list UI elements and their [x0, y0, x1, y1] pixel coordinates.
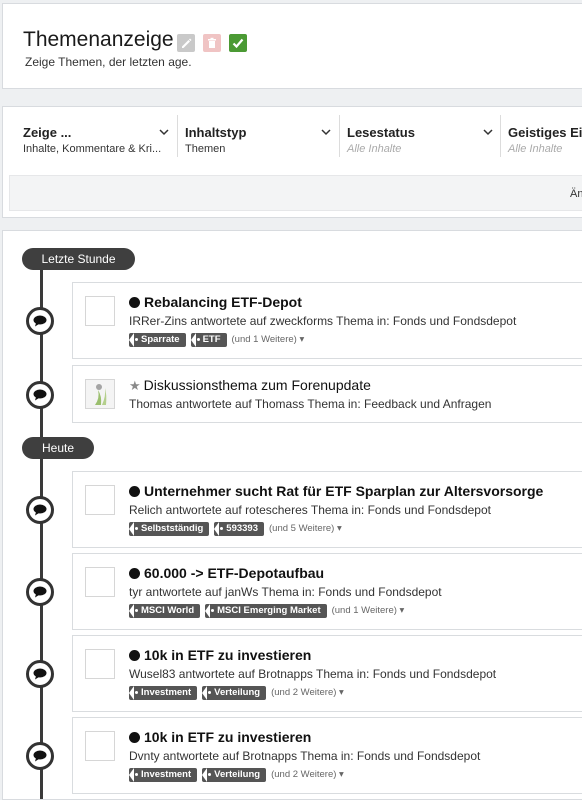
comment-icon: [26, 307, 54, 335]
thread-description: IRRer-Zins antwortete auf zweckforms The…: [129, 314, 517, 328]
thread-description: Wusel83 antwortete auf Brotnapps Thema i…: [129, 667, 497, 681]
comment-icon: [26, 578, 54, 606]
filter-intellectual-property-value: Alle Inhalte: [508, 143, 563, 155]
filter-bar: Zeige ... Inhalte, Kommentare & Kri... I…: [2, 106, 582, 218]
more-tags-link[interactable]: (und 5 Weitere) ▾: [269, 522, 342, 536]
thread-title-text: Unternehmer sucht Rat für ETF Sparplan z…: [144, 483, 544, 499]
more-tags-label: (und 1 Weitere): [231, 334, 297, 345]
tag[interactable]: MSCI Emerging Market: [205, 604, 327, 618]
thread-title[interactable]: Unternehmer sucht Rat für ETF Sparplan z…: [129, 483, 543, 499]
filter-intellectual-property-label: Geistiges Ei: [508, 125, 582, 140]
tag-list: MSCI World MSCI Emerging Market (und 1 Wei…: [129, 604, 404, 622]
more-tags-link[interactable]: (und 2 Weitere) ▾: [271, 686, 344, 700]
unread-dot-icon: [129, 568, 140, 579]
page-title: Themenanzeige: [23, 28, 174, 51]
thread-title[interactable]: Rebalancing ETF-Depot: [129, 294, 302, 310]
thread-title[interactable]: 10k in ETF zu investieren: [129, 729, 311, 745]
trash-icon: [208, 37, 216, 48]
filter-content-type[interactable]: Inhaltstyp Themen: [177, 117, 337, 167]
avatar[interactable]: [85, 485, 115, 515]
filter-content-type-label: Inhaltstyp: [185, 125, 247, 140]
user-avatar-image: [86, 380, 114, 408]
list-item[interactable]: ★ Diskussionsthema zum Forenupdate Thomas…: [72, 365, 582, 423]
tag[interactable]: Verteilung: [202, 686, 267, 700]
list-item[interactable]: 10k in ETF zu investieren Dvnty antworte…: [72, 717, 582, 794]
more-tags-label: (und 5 Weitere): [269, 523, 335, 534]
more-tags-label: (und 1 Weitere): [331, 605, 397, 616]
tag-list: Investment Verteilung (und 2 Weitere) ▾: [129, 768, 344, 786]
tag[interactable]: Investment: [129, 768, 198, 782]
comment-icon: [26, 496, 54, 524]
chevron-down-icon: [159, 129, 169, 136]
tag[interactable]: Selbstständig: [129, 522, 210, 536]
delete-button[interactable]: [203, 34, 221, 52]
filter-show-label: Zeige ...: [23, 125, 72, 140]
more-tags-label: (und 2 Weitere): [271, 769, 337, 780]
tag-list: Investment Verteilung (und 2 Weitere) ▾: [129, 686, 344, 704]
thread-title-text: 10k in ETF zu investieren: [144, 729, 312, 745]
thread-title[interactable]: 60.000 -> ETF-Depotaufbau: [129, 565, 324, 581]
page-header: Themenanzeige Zeige Themen, der letzten …: [2, 3, 582, 89]
filter-show[interactable]: Zeige ... Inhalte, Kommentare & Kri...: [15, 117, 171, 167]
chevron-down-icon: [483, 129, 493, 136]
avatar[interactable]: [85, 379, 115, 409]
chevron-down-icon: [321, 129, 331, 136]
activity-stream: Letzte Stunde Rebalancing ETF-Depot IRRe…: [2, 230, 582, 800]
list-item[interactable]: 60.000 -> ETF-Depotaufbau tyr antwortete…: [72, 553, 582, 630]
unread-dot-icon: [129, 486, 140, 497]
tag-list: Sparrate ETF (und 1 Weitere) ▾: [129, 333, 304, 351]
page-subtitle: Zeige Themen, der letzten age.: [25, 55, 192, 69]
star-icon: ★: [129, 378, 141, 393]
thread-description: Thomas antwortete auf Thomass Thema in: …: [129, 397, 492, 411]
thread-title[interactable]: 10k in ETF zu investieren: [129, 647, 311, 663]
avatar[interactable]: [85, 649, 115, 679]
filter-show-value: Inhalte, Kommentare & Kri...: [23, 143, 162, 155]
change-link[interactable]: Änd: [570, 188, 582, 200]
thread-description: Dvnty antwortete auf Brotnapps Thema in:…: [129, 749, 481, 763]
thread-title[interactable]: ★ Diskussionsthema zum Forenupdate: [129, 377, 371, 394]
list-item[interactable]: Rebalancing ETF-Depot IRRer-Zins antwort…: [72, 282, 582, 359]
confirm-button[interactable]: [229, 34, 247, 52]
filter-read-status-label: Lesestatus: [347, 125, 415, 140]
list-item[interactable]: 10k in ETF zu investieren Wusel83 antwor…: [72, 635, 582, 712]
comment-icon: [26, 660, 54, 688]
thread-title-text: Diskussionsthema zum Forenupdate: [143, 377, 371, 393]
list-item[interactable]: Unternehmer sucht Rat für ETF Sparplan z…: [72, 471, 582, 548]
avatar[interactable]: [85, 731, 115, 761]
edit-button[interactable]: [177, 34, 195, 52]
more-tags-link[interactable]: (und 1 Weitere) ▾: [232, 333, 305, 347]
filter-read-status-value: Alle Inhalte: [347, 143, 402, 155]
unread-dot-icon: [129, 650, 140, 661]
tag[interactable]: MSCI World: [129, 604, 201, 618]
tag[interactable]: 593393: [214, 522, 264, 536]
thread-description: tyr antwortete auf janWs Thema in: Fonds…: [129, 585, 442, 599]
tag[interactable]: Sparrate: [129, 333, 186, 347]
filter-read-status[interactable]: Lesestatus Alle Inhalte: [339, 117, 499, 167]
unread-dot-icon: [129, 732, 140, 743]
more-tags-label: (und 2 Weitere): [271, 687, 337, 698]
thread-description: Relich antwortete auf rotescheres Thema …: [129, 503, 491, 517]
tag-list: Selbstständig 593393 (und 5 Weitere) ▾: [129, 522, 342, 540]
more-tags-link[interactable]: (und 2 Weitere) ▾: [271, 768, 344, 782]
more-tags-link[interactable]: (und 1 Weitere) ▾: [332, 604, 405, 618]
comment-icon: [26, 742, 54, 770]
thread-title-text: Rebalancing ETF-Depot: [144, 294, 302, 310]
comment-icon: [26, 381, 54, 409]
filter-intellectual-property[interactable]: Geistiges Ei Alle Inhalte: [500, 117, 582, 167]
avatar[interactable]: [85, 296, 115, 326]
thread-title-text: 60.000 -> ETF-Depotaufbau: [144, 565, 325, 581]
thread-title-text: 10k in ETF zu investieren: [144, 647, 312, 663]
tag[interactable]: ETF: [190, 333, 227, 347]
group-label-today: Heute: [22, 437, 94, 459]
checkmark-icon: [232, 38, 244, 49]
group-label-last-hour: Letzte Stunde: [22, 248, 135, 270]
filter-content-type-value: Themen: [185, 143, 226, 155]
tag[interactable]: Verteilung: [202, 768, 267, 782]
avatar[interactable]: [85, 567, 115, 597]
unread-dot-icon: [129, 297, 140, 308]
filter-subbar: Änd: [9, 175, 582, 211]
pencil-icon: [182, 38, 192, 48]
tag[interactable]: Investment: [129, 686, 198, 700]
